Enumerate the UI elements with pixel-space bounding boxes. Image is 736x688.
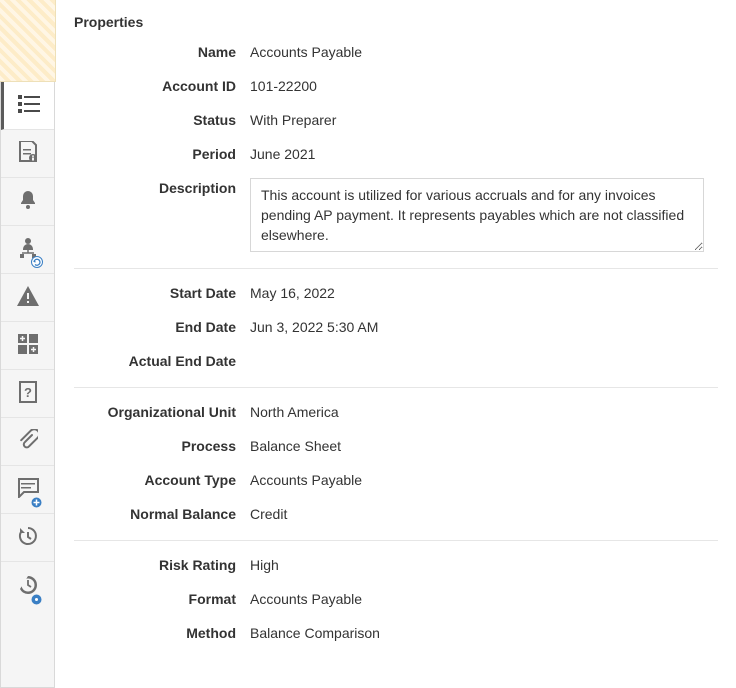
row-format: Format Accounts Payable — [74, 589, 718, 609]
label-normal-balance: Normal Balance — [74, 504, 250, 524]
group-dates: Start Date May 16, 2022 End Date Jun 3, … — [74, 268, 718, 385]
gear-badge-icon — [31, 592, 41, 602]
value-normal-balance: Credit — [250, 504, 718, 524]
nav-comments[interactable] — [1, 466, 54, 514]
label-description: Description — [74, 178, 250, 198]
refresh-badge-icon — [31, 255, 41, 265]
svg-text:?: ? — [24, 385, 32, 400]
properties-panel[interactable]: Properties Name Accounts Payable Account… — [56, 0, 736, 688]
value-format: Accounts Payable — [250, 589, 718, 609]
nav-rail: ? — [0, 82, 55, 688]
label-risk-rating: Risk Rating — [74, 555, 250, 575]
label-name: Name — [74, 42, 250, 62]
list-icon — [18, 95, 40, 116]
row-name: Name Accounts Payable — [74, 42, 718, 62]
label-start-date: Start Date — [74, 283, 250, 303]
nav-attributes[interactable] — [1, 322, 54, 370]
label-org-unit: Organizational Unit — [74, 402, 250, 422]
history-icon — [17, 525, 39, 550]
label-method: Method — [74, 623, 250, 643]
label-end-date: End Date — [74, 317, 250, 337]
label-account-type: Account Type — [74, 470, 250, 490]
description-textarea[interactable] — [250, 178, 704, 252]
nav-timing[interactable] — [1, 562, 54, 610]
value-account-id: 101-22200 — [250, 76, 718, 96]
row-start-date: Start Date May 16, 2022 — [74, 283, 718, 303]
value-process: Balance Sheet — [250, 436, 718, 456]
value-name: Accounts Payable — [250, 42, 718, 62]
question-document-icon: ? — [19, 381, 37, 406]
nav-properties[interactable] — [1, 82, 54, 130]
nav-alerts[interactable] — [1, 178, 54, 226]
grid-attributes-icon — [18, 334, 38, 357]
warning-icon — [17, 286, 39, 309]
row-org-unit: Organizational Unit North America — [74, 402, 718, 422]
value-status: With Preparer — [250, 110, 718, 130]
label-period: Period — [74, 144, 250, 164]
nav-history[interactable] — [1, 514, 54, 562]
row-description: Description — [74, 178, 718, 252]
row-risk-rating: Risk Rating High — [74, 555, 718, 575]
group-classification: Organizational Unit North America Proces… — [74, 387, 718, 538]
label-format: Format — [74, 589, 250, 609]
nav-questions[interactable]: ? — [1, 370, 54, 418]
value-actual-end-date — [250, 351, 718, 371]
label-actual-end-date: Actual End Date — [74, 351, 250, 371]
value-start-date: May 16, 2022 — [250, 283, 718, 303]
value-method: Balance Comparison — [250, 623, 718, 643]
bell-icon — [18, 189, 38, 214]
sidebar: ? — [0, 0, 56, 688]
row-actual-end-date: Actual End Date — [74, 351, 718, 371]
row-end-date: End Date Jun 3, 2022 5:30 AM — [74, 317, 718, 337]
value-end-date: Jun 3, 2022 5:30 AM — [250, 317, 718, 337]
row-period: Period June 2021 — [74, 144, 718, 164]
label-process: Process — [74, 436, 250, 456]
group-identity: Name Accounts Payable Account ID 101-222… — [74, 40, 718, 266]
row-normal-balance: Normal Balance Credit — [74, 504, 718, 524]
document-info-icon — [18, 141, 38, 166]
panel-title: Properties — [74, 14, 718, 30]
group-risk-format: Risk Rating High Format Accounts Payable… — [74, 540, 718, 657]
label-account-id: Account ID — [74, 76, 250, 96]
value-org-unit: North America — [250, 402, 718, 422]
add-badge-icon — [31, 495, 41, 505]
paperclip-icon — [18, 429, 38, 454]
row-account-type: Account Type Accounts Payable — [74, 470, 718, 490]
label-status: Status — [74, 110, 250, 130]
row-process: Process Balance Sheet — [74, 436, 718, 456]
value-account-type: Accounts Payable — [250, 470, 718, 490]
row-method: Method Balance Comparison — [74, 623, 718, 643]
nav-instructions[interactable] — [1, 130, 54, 178]
row-status: Status With Preparer — [74, 110, 718, 130]
thumbnail-placeholder — [0, 0, 56, 82]
nav-attachments[interactable] — [1, 418, 54, 466]
row-account-id: Account ID 101-22200 — [74, 76, 718, 96]
root-layout: ? — [0, 0, 736, 688]
nav-warnings[interactable] — [1, 274, 54, 322]
value-risk-rating: High — [250, 555, 718, 575]
value-period: June 2021 — [250, 144, 718, 164]
nav-workflow[interactable] — [1, 226, 54, 274]
